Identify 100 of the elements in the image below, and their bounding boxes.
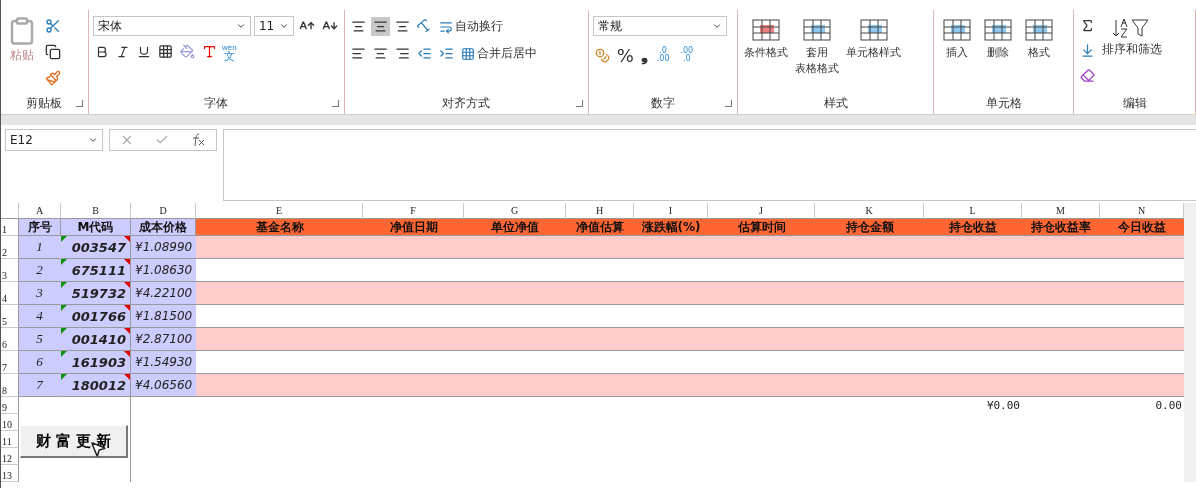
launcher-icon[interactable] — [575, 99, 583, 107]
column-header[interactable]: L — [924, 203, 1022, 219]
column-header[interactable]: I — [634, 203, 708, 219]
table-cell: 001410 — [61, 328, 131, 351]
sort-filter-button[interactable]: 排序和筛选 — [1100, 16, 1165, 58]
comma-button[interactable]: ❟ — [638, 42, 650, 68]
row-number[interactable]: 13 — [1, 465, 19, 482]
phonetic-button[interactable]: wén 文 — [221, 42, 237, 61]
scrollbar[interactable] — [1184, 203, 1196, 482]
style-button[interactable]: 条件格式 — [742, 16, 791, 60]
indent-icon — [438, 46, 454, 61]
table-cell: ¥2.87100 — [131, 328, 196, 351]
error-indicator-icon — [61, 282, 67, 288]
launcher-icon[interactable] — [725, 99, 733, 107]
number-format-field[interactable]: 常规 — [592, 16, 727, 36]
group-label: 数字 — [649, 95, 676, 112]
table-cell: 161903 — [61, 351, 131, 374]
header-cell: 净值估算 — [566, 219, 634, 236]
format-painter-button[interactable] — [43, 68, 63, 88]
cells-button[interactable]: 插入 — [938, 16, 977, 60]
decrease-decimal-button[interactable]: .00 .0 — [676, 45, 698, 65]
percent-button[interactable]: % — [614, 42, 636, 68]
header-cell: 持仓收益率 — [1022, 219, 1100, 236]
table-cell: ¥4.22100 — [131, 282, 196, 305]
column-header[interactable]: B — [61, 203, 131, 219]
table-cell: ¥1.08630 — [131, 259, 196, 282]
header-cell: 估算时间 — [708, 219, 815, 236]
row-number[interactable]: 12 — [1, 448, 19, 465]
name-box[interactable]: E12 — [5, 129, 103, 151]
column-header[interactable]: E — [196, 203, 363, 219]
scissors-icon — [45, 18, 61, 34]
table-cell: 519732 — [61, 282, 131, 305]
copy-button[interactable] — [43, 42, 63, 62]
select-all-corner[interactable] — [1, 203, 19, 219]
column-header[interactable]: N — [1100, 203, 1184, 219]
table-cell: 1 — [19, 236, 61, 259]
table-cell-text: ¥0.00 — [985, 398, 1021, 414]
column-header[interactable]: A — [19, 203, 61, 219]
style-button[interactable]: 套用 表格格式 — [793, 16, 842, 76]
underline-icon — [136, 44, 151, 59]
column-header[interactable]: H — [566, 203, 634, 219]
font-size-field[interactable]: 11 — [253, 16, 294, 36]
row-number[interactable]: 10 — [1, 414, 19, 431]
cells-button[interactable]: 删除 — [979, 16, 1018, 60]
error-indicator-icon — [61, 236, 67, 242]
row-number[interactable]: 9 — [1, 397, 19, 414]
paint-bucket-icon — [179, 44, 195, 59]
increase-decimal-button[interactable]: .0 .00 — [652, 45, 674, 65]
font-color-icon — [201, 44, 217, 59]
dropdown-icon[interactable] — [711, 21, 722, 31]
row-number[interactable]: 11 — [1, 431, 19, 448]
merge-center-button[interactable]: 合并后居中 — [458, 43, 539, 64]
dropdown-icon[interactable] — [235, 21, 246, 31]
table-cell: 3 — [19, 282, 61, 305]
wrap-text-icon — [438, 19, 453, 34]
launcher-icon[interactable] — [75, 99, 83, 107]
error-indicator-icon — [61, 305, 67, 311]
column-header[interactable]: M — [1022, 203, 1100, 219]
column-header[interactable]: D — [131, 203, 196, 219]
table-cell: 675111 — [61, 259, 131, 282]
header-cell: 涨跌幅(%) — [634, 219, 708, 236]
table-cell: 7 — [19, 374, 61, 397]
column-header[interactable]: F — [363, 203, 464, 219]
style-button[interactable]: 单元格样式 — [844, 16, 904, 60]
paintbrush-icon — [45, 70, 61, 86]
table-cell: 5 — [19, 328, 61, 351]
table-cell: 001766 — [61, 305, 131, 328]
column-header[interactable]: K — [815, 203, 924, 219]
cells-button[interactable]: 格式 — [1020, 16, 1059, 60]
table-cell: 003547 — [61, 236, 131, 259]
table-cell: ¥1.08990 — [131, 236, 196, 259]
group-label: 编辑 — [1121, 95, 1148, 112]
align-icon — [350, 19, 366, 34]
launcher-icon[interactable] — [331, 99, 339, 107]
fill-color-button[interactable] — [177, 42, 197, 61]
table-cell: 2 — [19, 259, 61, 282]
group-label: 剪贴板 — [24, 95, 63, 112]
table-icon — [857, 16, 891, 44]
merge-icon — [460, 46, 475, 61]
vertical-align-button[interactable] — [370, 17, 390, 36]
formula-input[interactable] — [223, 129, 1196, 201]
group-label: 样式 — [822, 95, 849, 112]
table-cell: ¥1.81500 — [131, 305, 196, 328]
font-name-field[interactable]: 宋体 — [92, 16, 251, 36]
error-indicator-icon — [61, 328, 67, 334]
group-label: 对齐方式 — [440, 95, 491, 112]
header-cell: M代码 — [61, 219, 131, 236]
group-label: 字体 — [202, 95, 229, 112]
header-cell: 成本价格 — [131, 219, 196, 236]
dropdown-icon[interactable] — [278, 21, 289, 31]
outdent-icon — [416, 46, 432, 61]
column-header[interactable]: J — [708, 203, 815, 219]
copy-icon — [45, 44, 61, 60]
header-cell: 净值日期 — [363, 219, 464, 236]
dropdown-icon[interactable] — [88, 135, 98, 145]
align-center-icon — [372, 46, 388, 61]
eraser-icon — [1080, 68, 1096, 83]
table-cell-text: 0.00 — [1154, 398, 1183, 414]
wrap-text-button[interactable]: 自动换行 — [436, 16, 505, 37]
column-header[interactable]: G — [464, 203, 566, 219]
